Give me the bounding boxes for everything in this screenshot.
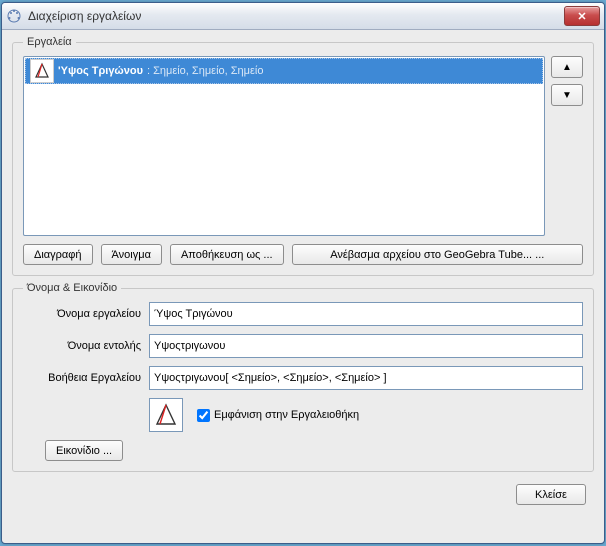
show-in-toolbar-checkbox[interactable]: [197, 409, 210, 422]
delete-button[interactable]: Διαγραφή: [23, 244, 93, 265]
app-icon: [6, 8, 22, 24]
show-in-toolbar-label: Εμφάνιση στην Εργαλειοθήκη: [214, 409, 359, 421]
content: Εργαλεία 'Υψος Τριγώνου : Σημείο, Σημείο…: [2, 30, 604, 543]
triangle-tool-icon: [30, 59, 54, 83]
tool-name-input[interactable]: [149, 302, 583, 326]
tool-desc-text: : Σημείο, Σημείο, Σημείο: [147, 65, 264, 77]
window-title: Διαχείριση εργαλείων: [28, 9, 558, 23]
list-item[interactable]: 'Υψος Τριγώνου : Σημείο, Σημείο, Σημείο: [25, 58, 543, 84]
icon-button[interactable]: Εικονίδιο ...: [45, 440, 123, 461]
tool-name-label: Όνομα εργαλείου: [23, 308, 149, 320]
save-as-button[interactable]: Αποθήκευση ως ...: [170, 244, 284, 265]
move-up-button[interactable]: ▲: [551, 56, 583, 78]
open-button[interactable]: Άνοιγμα: [101, 244, 162, 265]
help-input[interactable]: [149, 366, 583, 390]
details-fieldset: Όνομα & Εικονίδιο Όνομα εργαλείου Όνομα …: [12, 282, 594, 472]
command-name-label: Όνομα εντολής: [23, 340, 149, 352]
show-in-toolbar-row[interactable]: Εμφάνιση στην Εργαλειοθήκη: [197, 409, 359, 422]
help-label: Βοήθεια Εργαλείου: [23, 372, 149, 384]
tools-fieldset: Εργαλεία 'Υψος Τριγώνου : Σημείο, Σημείο…: [12, 36, 594, 276]
move-down-button[interactable]: ▼: [551, 84, 583, 106]
tools-listbox[interactable]: 'Υψος Τριγώνου : Σημείο, Σημείο, Σημείο: [23, 56, 545, 236]
tool-name-text: 'Υψος Τριγώνου: [58, 65, 143, 77]
close-button[interactable]: Κλείσε: [516, 484, 586, 505]
tools-legend: Εργαλεία: [23, 36, 76, 48]
command-name-input[interactable]: [149, 334, 583, 358]
details-legend: Όνομα & Εικονίδιο: [23, 282, 121, 294]
close-icon[interactable]: ✕: [564, 6, 600, 26]
tool-manager-dialog: Διαχείριση εργαλείων ✕ Εργαλεία 'Υψος Τρ…: [1, 2, 605, 544]
upload-button[interactable]: Ανέβασμα αρχείου στο GeoGebra Tube... ..…: [292, 244, 583, 265]
icon-preview: [149, 398, 183, 432]
titlebar[interactable]: Διαχείριση εργαλείων ✕: [2, 3, 604, 30]
